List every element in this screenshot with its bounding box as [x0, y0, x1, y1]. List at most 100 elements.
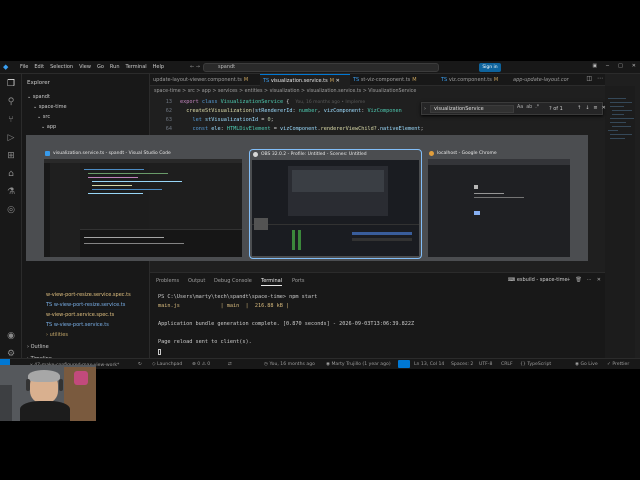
tree-folder-spandt[interactable]: ⌄ spandt	[27, 94, 50, 100]
code-token: rendererViewChild?	[320, 126, 377, 132]
remote-explorer-icon[interactable]: ⌂	[5, 168, 17, 180]
window-thumb-obs[interactable]: OBS 32.0.2 - Profile: Untitled - Scenes:…	[249, 149, 422, 259]
tab-close-icon[interactable]: ✕	[336, 78, 340, 84]
find-input[interactable]: visualizationService	[430, 105, 514, 113]
regex-toggle[interactable]: .*	[535, 105, 539, 110]
match-case-toggle[interactable]: Aa	[517, 105, 523, 110]
tree-file[interactable]: w-view-port.service.spec.ts	[46, 312, 114, 318]
encoding[interactable]: UTF-8	[479, 362, 492, 367]
line-number: 63	[165, 117, 172, 123]
menu-file[interactable]: File	[20, 64, 28, 70]
testing-icon[interactable]: ⚗	[5, 186, 17, 198]
menu-view[interactable]: View	[79, 64, 91, 70]
indentation[interactable]: Spaces: 2	[451, 362, 473, 367]
minimap[interactable]	[605, 86, 635, 369]
cursor-position[interactable]: Ln 13, Col 14	[414, 362, 444, 367]
tree-folder-app[interactable]: ⌄ app	[41, 124, 56, 130]
next-match-icon[interactable]: ↓	[585, 105, 589, 111]
person-shirt	[20, 401, 70, 421]
tab-problems[interactable]: Problems	[156, 278, 179, 284]
window-thumb-vscode[interactable]: visualization.service.ts - spandt - Visu…	[42, 149, 244, 259]
tab-terminal[interactable]: Terminal	[261, 278, 283, 286]
tab-app-update-layout[interactable]: app-update-layout.cor	[510, 74, 582, 86]
tab-ports[interactable]: Ports	[292, 278, 305, 284]
menu-selection[interactable]: Selection	[50, 64, 73, 70]
find-buttons: ↑ ↓ ≡ ✕	[577, 105, 606, 111]
nav-back-forward-icon[interactable]: ← →	[190, 64, 200, 70]
match-word-toggle[interactable]: ab	[526, 105, 532, 110]
sync-icon[interactable]: ↻	[138, 362, 142, 367]
code-token: =	[270, 126, 280, 132]
minimize-icon[interactable]: ─	[606, 63, 609, 69]
new-terminal-icon[interactable]: +	[566, 277, 570, 283]
command-center-search[interactable]: spandt	[203, 63, 439, 72]
window-thumb-chrome[interactable]: localhost - Google Chrome	[426, 149, 572, 259]
language-mode[interactable]: {} TypeScript	[520, 362, 551, 367]
menu-help[interactable]: Help	[153, 64, 164, 70]
line-number: 64	[165, 126, 172, 132]
sign-in-button[interactable]: Sign in	[479, 63, 501, 72]
bottom-panel: Problems Output Debug Console Terminal P…	[150, 272, 605, 358]
live-share-icon[interactable]	[398, 360, 410, 368]
tree-file[interactable]: TS w-view-port.service.ts	[46, 322, 109, 328]
explorer-title: Explorer	[27, 80, 50, 86]
find-expand-icon[interactable]: ›	[424, 106, 426, 112]
layout-icon[interactable]: ▣	[592, 63, 597, 69]
tab-visualization-service[interactable]: TS visualization.service.ts M ✕	[260, 74, 350, 86]
vscode-app-icon	[45, 151, 50, 156]
previous-match-icon[interactable]: ↑	[577, 105, 581, 111]
code-token: HTMLDivElement	[226, 126, 271, 132]
kill-terminal-icon[interactable]: 🗑	[575, 277, 581, 283]
copilot-icon[interactable]: ◎	[5, 204, 17, 216]
find-widget: › visualizationService Aa ab .* ? of 1 ↑…	[421, 102, 606, 115]
tree-folder-utilities[interactable]: › utilities	[46, 332, 68, 338]
tree-folder-src[interactable]: ⌄ src	[37, 114, 50, 120]
run-debug-icon[interactable]: ▷	[5, 132, 17, 144]
explorer-icon[interactable]: ❐	[5, 78, 17, 90]
menu-edit[interactable]: Edit	[34, 64, 44, 70]
tab-viz-component[interactable]: TS viz.component.ts M	[438, 74, 510, 86]
search-icon[interactable]: ⚲	[5, 96, 17, 108]
inline-blame: You, 16 months ago • Impleme	[295, 100, 366, 105]
extensions-icon[interactable]: ⊞	[5, 150, 17, 162]
tab-modified-badge: M	[329, 78, 335, 84]
tree-file[interactable]: TS w-view-port-resize.service.ts	[46, 302, 125, 308]
panel-controls: + 🗑 ⋯ ✕	[566, 277, 601, 283]
code-token: let	[192, 117, 205, 123]
tab-output[interactable]: Output	[188, 278, 205, 284]
tab-update-layout-viewer[interactable]: update-layout-viewer.component.ts M	[150, 74, 260, 86]
menu-go[interactable]: Go	[97, 64, 104, 70]
split-editor-icon[interactable]: ◫	[586, 75, 592, 82]
maximize-icon[interactable]: □	[618, 63, 623, 69]
breadcrumb[interactable]: space-time > src > app > services > enti…	[154, 89, 416, 94]
tab-modified-badge: M	[412, 77, 417, 83]
git-blame-now[interactable]: ◷ You, 16 months ago	[264, 362, 315, 367]
source-control-icon[interactable]: ⑂	[5, 114, 17, 126]
tree-folder-space-time[interactable]: ⌄ space-time	[33, 104, 67, 110]
more-icon[interactable]: ⋯	[587, 277, 592, 283]
command-center-text: spandt	[218, 64, 236, 70]
terminal-selector[interactable]: ⌨ esbuild - space-time	[508, 277, 568, 283]
account-icon[interactable]: ◉	[5, 330, 17, 342]
end-of-line[interactable]: CRLF	[501, 362, 513, 367]
tab-debug-console[interactable]: Debug Console	[214, 278, 252, 284]
find-in-selection-icon[interactable]: ≡	[593, 105, 597, 111]
close-find-icon[interactable]: ✕	[602, 105, 606, 111]
git-blame-author[interactable]: ◉ Marty Trujillo (1 year ago)	[326, 362, 391, 367]
menu-run[interactable]: Run	[110, 64, 120, 70]
outline-section[interactable]: › Outline	[27, 344, 49, 350]
remote-share-icon[interactable]: ⇄	[228, 362, 232, 367]
launchpad-item[interactable]: ◇ Launchpad	[152, 362, 182, 367]
tree-file[interactable]: w-view-port-resize.service.spec.ts	[46, 292, 131, 298]
prettier-status[interactable]: ✓ Prettier	[607, 362, 629, 367]
problems-count[interactable]: ⊗ 0 ⚠ 0	[192, 362, 210, 367]
code-token: createStVisualization	[186, 108, 252, 114]
close-panel-icon[interactable]: ✕	[597, 277, 601, 283]
menu-terminal[interactable]: Terminal	[126, 64, 147, 70]
go-live-button[interactable]: ◉ Go Live	[575, 362, 598, 367]
code-token: const	[192, 126, 212, 132]
more-actions-icon[interactable]: ⋯	[597, 75, 603, 82]
tree-label: w-view-port.service.spec.ts	[46, 312, 115, 318]
tab-st-viz-component[interactable]: TS st-viz-component.ts M	[350, 74, 438, 86]
close-window-icon[interactable]: ✕	[632, 63, 636, 69]
